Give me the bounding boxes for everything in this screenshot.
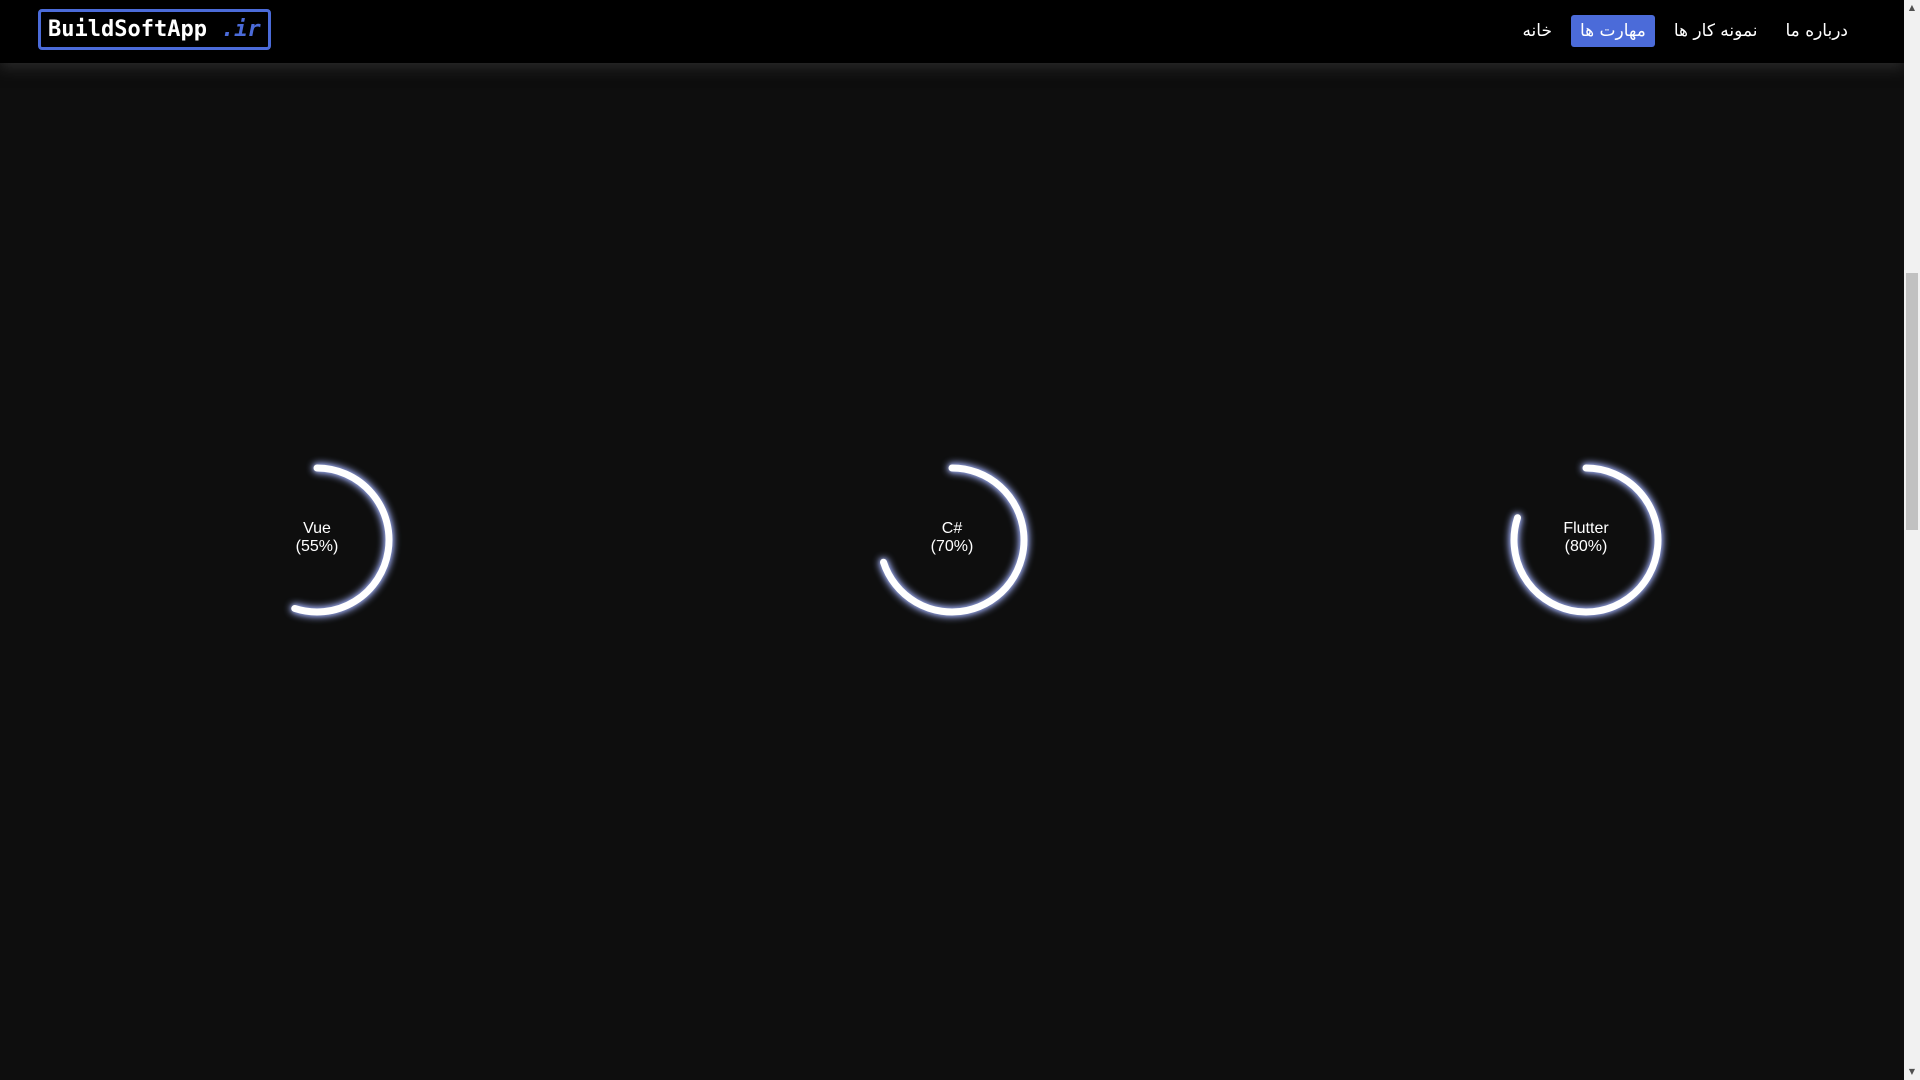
skill-flutter-label: Flutter (80%) (1506, 520, 1666, 556)
skill-name: Vue (303, 520, 331, 537)
page: BuildSoftApp .ir خانه مهارت ها نمونه کار… (0, 0, 1920, 1080)
skill-percent: (55%) (295, 538, 339, 555)
skill-csharp-label: C# (70%) (872, 520, 1032, 556)
nav-item-portfolio[interactable]: نمونه کار ها (1665, 15, 1767, 47)
site-logo[interactable]: BuildSoftApp .ir (38, 9, 271, 50)
scrollbar-thumb[interactable] (1906, 273, 1918, 530)
logo-name: BuildSoftApp (48, 17, 207, 42)
nav-item-about[interactable]: درباره ما (1777, 15, 1858, 47)
skill-vue: Vue (55%) (237, 460, 397, 620)
skill-percent: (70%) (930, 538, 974, 555)
scroll-down-arrow-icon[interactable]: ▼ (1904, 1064, 1920, 1080)
nav-item-home[interactable]: خانه (1513, 15, 1561, 47)
nav-menu: خانه مهارت ها نمونه کار ها درباره ما (1513, 15, 1857, 47)
skill-flutter: Flutter (80%) (1506, 460, 1666, 620)
skill-vue-label: Vue (55%) (237, 520, 397, 556)
navbar: BuildSoftApp .ir خانه مهارت ها نمونه کار… (0, 0, 1904, 63)
scrollbar[interactable]: ▲ ▼ (1904, 0, 1920, 1080)
skill-name: Flutter (1563, 520, 1609, 537)
skill-csharp: C# (70%) (872, 460, 1032, 620)
scroll-up-arrow-icon[interactable]: ▲ (1904, 0, 1920, 16)
skills-section: Vue (55%) C# (70%) Flutter (80%) (0, 460, 1904, 620)
skill-name: C# (941, 520, 963, 537)
logo-tld: .ir (220, 17, 261, 42)
nav-item-skills[interactable]: مهارت ها (1570, 15, 1655, 47)
skill-percent: (80%) (1564, 538, 1608, 555)
